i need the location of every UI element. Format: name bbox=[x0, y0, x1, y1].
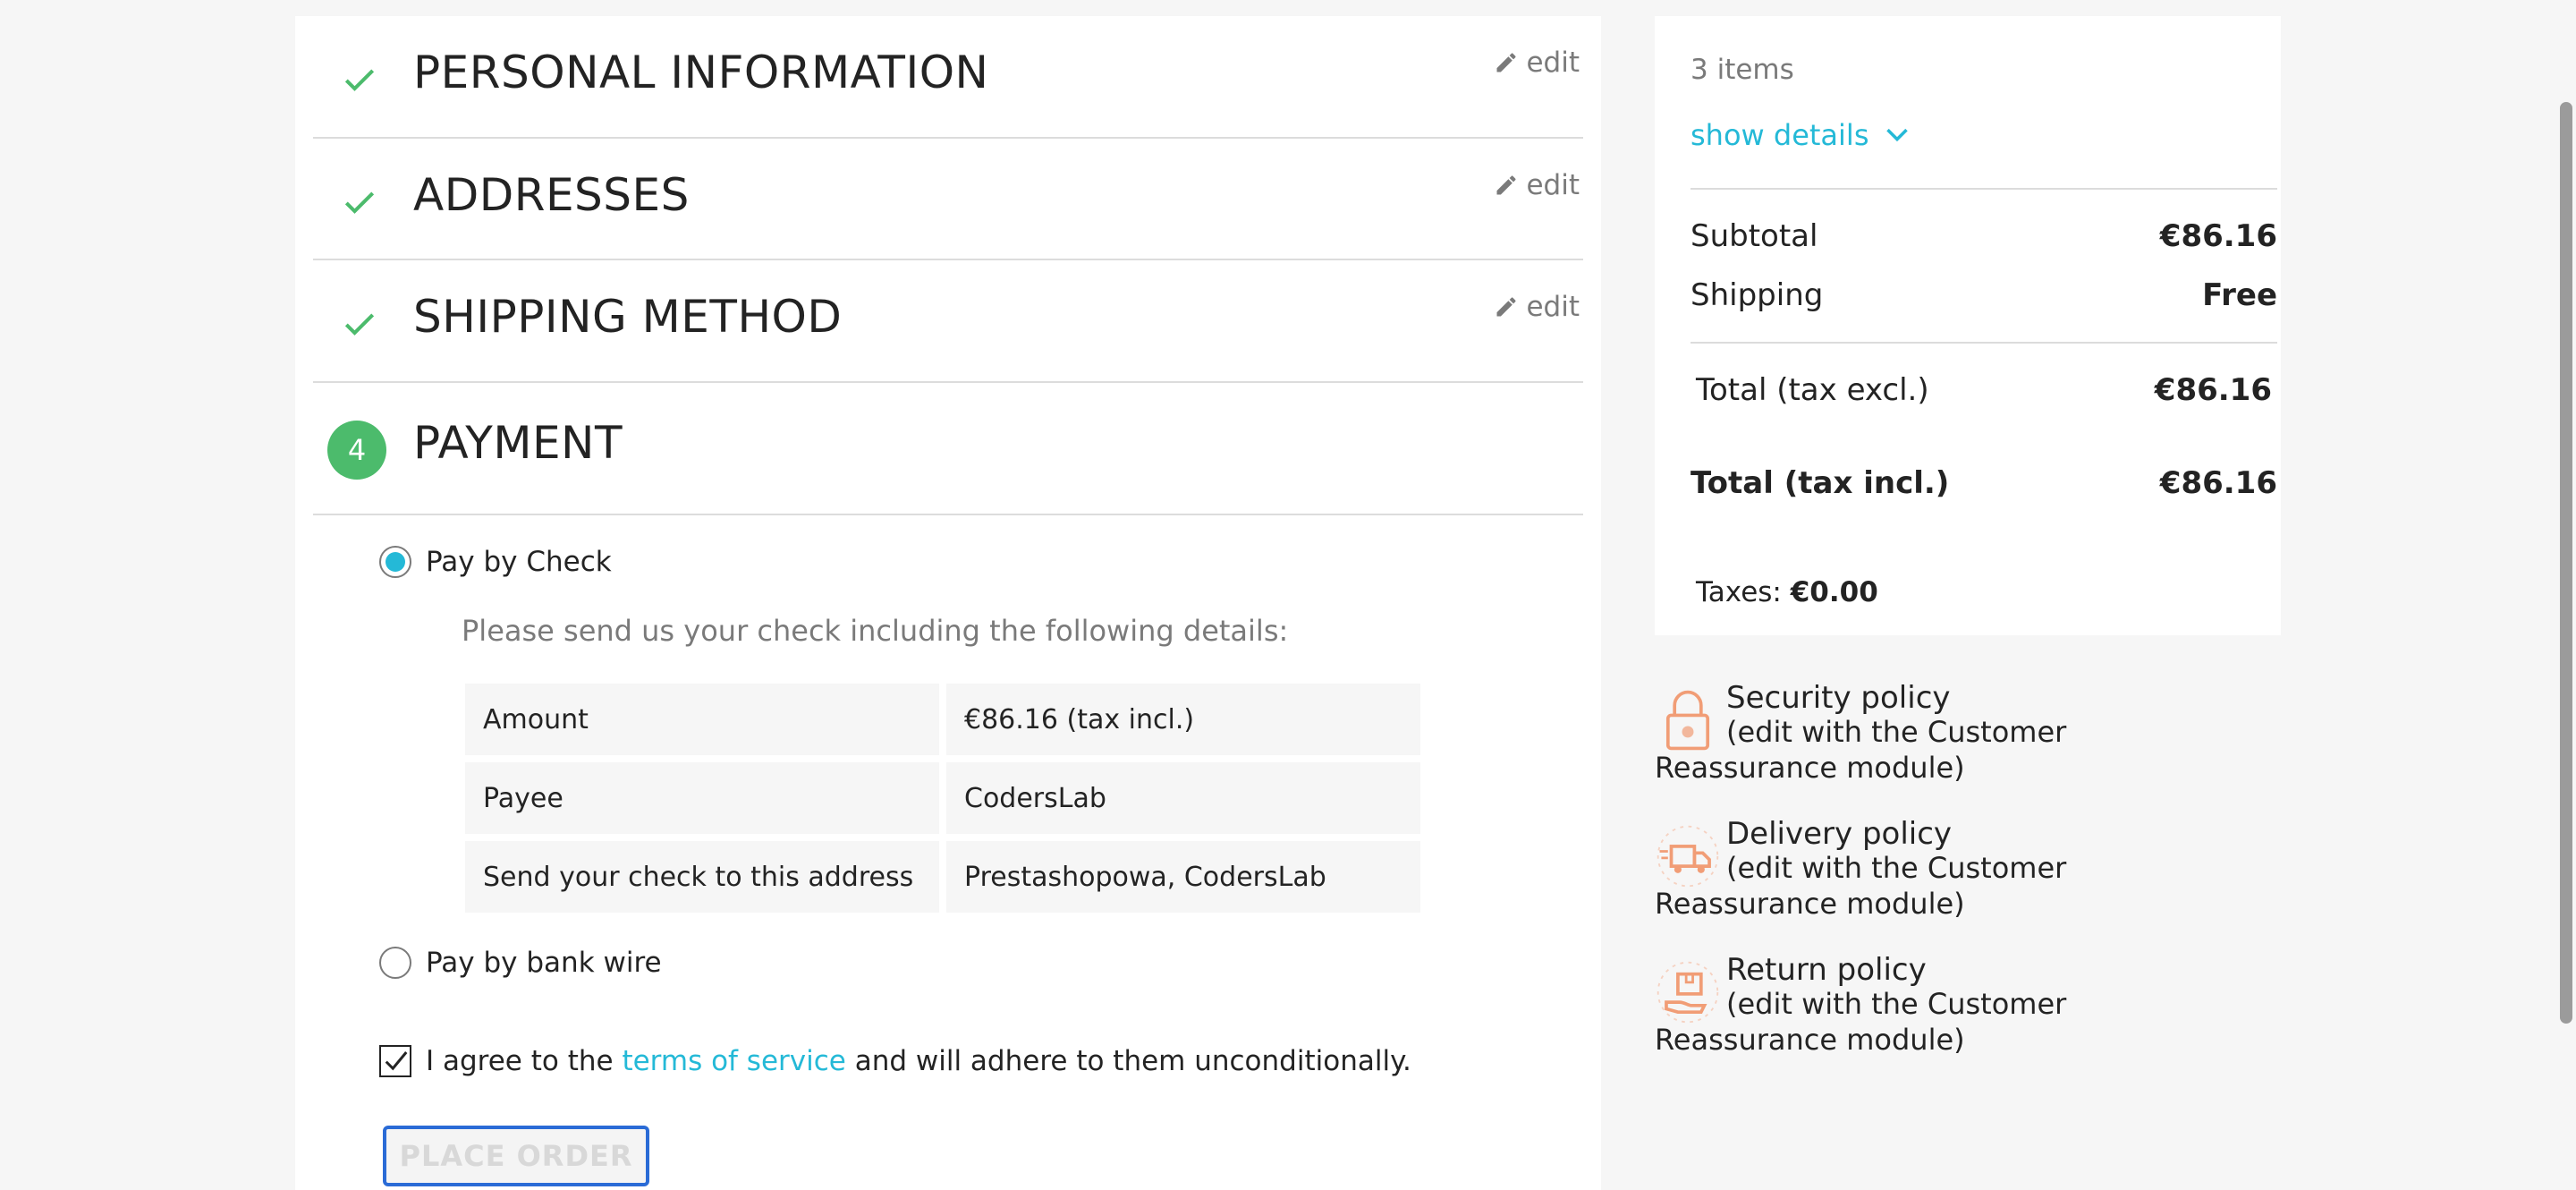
step-title: SHIPPING METHOD bbox=[413, 291, 843, 343]
step-payment: 4 PAYMENT bbox=[313, 383, 1583, 515]
total-excl-row: Total (tax excl.) €86.16 bbox=[1696, 372, 2272, 412]
check-detail-value: €86.16 (tax incl.) bbox=[946, 684, 1420, 755]
reassurance-security: Security policy (edit with the Customer … bbox=[1655, 680, 2281, 796]
step-title: ADDRESSES bbox=[413, 169, 690, 221]
reassurance-title: Delivery policy bbox=[1726, 816, 1953, 852]
reassurance-description: (edit with the Customer Reassurance modu… bbox=[1655, 987, 2067, 1057]
pay-by-check-label[interactable]: Pay by Check bbox=[426, 546, 612, 578]
total-excl-value: €86.16 bbox=[2154, 372, 2272, 408]
terms-checkbox[interactable] bbox=[379, 1045, 411, 1077]
reassurance-title: Security policy bbox=[1726, 680, 1951, 716]
check-detail-key: Send your check to this address bbox=[465, 841, 939, 913]
shipping-value: Free bbox=[2202, 277, 2277, 313]
check-icon bbox=[344, 191, 375, 214]
checkout-steps-panel: PERSONAL INFORMATION edit ADDRESSES edit bbox=[295, 16, 1601, 1190]
pay-by-check-radio[interactable] bbox=[379, 546, 411, 578]
pencil-icon bbox=[1496, 297, 1516, 317]
pencil-icon bbox=[1496, 53, 1516, 72]
terms-text-before: I agree to the bbox=[426, 1045, 623, 1077]
pay-by-bank-wire-radio[interactable] bbox=[379, 947, 411, 979]
divider bbox=[1690, 188, 2277, 190]
step-title: PAYMENT bbox=[413, 417, 623, 469]
edit-link[interactable]: edit bbox=[1494, 291, 1580, 323]
edit-link[interactable]: edit bbox=[1494, 169, 1580, 201]
check-detail-value: Prestashopowa, CodersLab bbox=[946, 841, 1420, 913]
step-addresses[interactable]: ADDRESSES edit bbox=[313, 139, 1583, 260]
terms-agreement-text: I agree to the terms of service and will… bbox=[426, 1045, 1411, 1077]
subtotal-value: €86.16 bbox=[2159, 218, 2277, 254]
step-shipping-method[interactable]: SHIPPING METHOD edit bbox=[313, 260, 1583, 383]
show-details-toggle[interactable]: show details bbox=[1690, 118, 1910, 152]
page-scrollbar[interactable] bbox=[2560, 102, 2572, 1024]
step-number-badge: 4 bbox=[327, 421, 386, 480]
cart-summary: 3 items show details Subtotal €86.16 Shi… bbox=[1655, 16, 2281, 635]
check-detail-key: Amount bbox=[465, 684, 939, 755]
checkout-page: PERSONAL INFORMATION edit ADDRESSES edit bbox=[0, 0, 2576, 1190]
terms-of-service-link[interactable]: terms of service bbox=[622, 1045, 845, 1077]
reassurance-description: (edit with the Customer Reassurance modu… bbox=[1655, 851, 2067, 921]
show-details-label: show details bbox=[1690, 118, 1869, 152]
reassurance-delivery: Delivery policy (edit with the Customer … bbox=[1655, 816, 2281, 932]
edit-label: edit bbox=[1526, 291, 1580, 323]
step-personal-information[interactable]: PERSONAL INFORMATION edit bbox=[313, 16, 1583, 139]
shipping-row: Shipping Free bbox=[1690, 277, 2277, 317]
taxes-line: Taxes: €0.00 bbox=[1696, 576, 1878, 608]
check-detail-value: CodersLab bbox=[946, 762, 1420, 834]
edit-link[interactable]: edit bbox=[1494, 47, 1580, 79]
edit-label: edit bbox=[1526, 169, 1580, 201]
total-incl-row: Total (tax incl.) €86.16 bbox=[1690, 465, 2277, 505]
chevron-down-icon bbox=[1886, 128, 1909, 142]
taxes-value: €0.00 bbox=[1790, 576, 1878, 608]
pencil-icon bbox=[1496, 175, 1516, 195]
reassurance-return: Return policy (edit with the Customer Re… bbox=[1655, 952, 2281, 1068]
reassurance-description: (edit with the Customer Reassurance modu… bbox=[1655, 715, 2067, 785]
subtotal-row: Subtotal €86.16 bbox=[1690, 218, 2277, 258]
place-order-button[interactable]: PLACE ORDER bbox=[383, 1126, 649, 1186]
taxes-label: Taxes: bbox=[1696, 576, 1791, 608]
divider bbox=[1690, 342, 2277, 344]
total-incl-value: €86.16 bbox=[2159, 465, 2277, 501]
check-icon bbox=[344, 69, 375, 91]
check-instructions: Please send us your check including the … bbox=[462, 614, 1289, 648]
total-excl-label: Total (tax excl.) bbox=[1696, 372, 1929, 408]
checkmark-icon bbox=[385, 1051, 408, 1071]
step-title: PERSONAL INFORMATION bbox=[413, 47, 989, 98]
shipping-label: Shipping bbox=[1690, 277, 1824, 313]
edit-label: edit bbox=[1526, 47, 1580, 79]
items-count: 3 items bbox=[1690, 54, 1794, 86]
check-detail-key: Payee bbox=[465, 762, 939, 834]
reassurance-title: Return policy bbox=[1726, 952, 1927, 988]
check-icon bbox=[344, 313, 375, 336]
pay-by-bank-wire-label[interactable]: Pay by bank wire bbox=[426, 947, 662, 979]
subtotal-label: Subtotal bbox=[1690, 218, 1818, 254]
terms-text-after: and will adhere to them unconditionally. bbox=[845, 1045, 1411, 1077]
total-incl-label: Total (tax incl.) bbox=[1690, 465, 1950, 501]
